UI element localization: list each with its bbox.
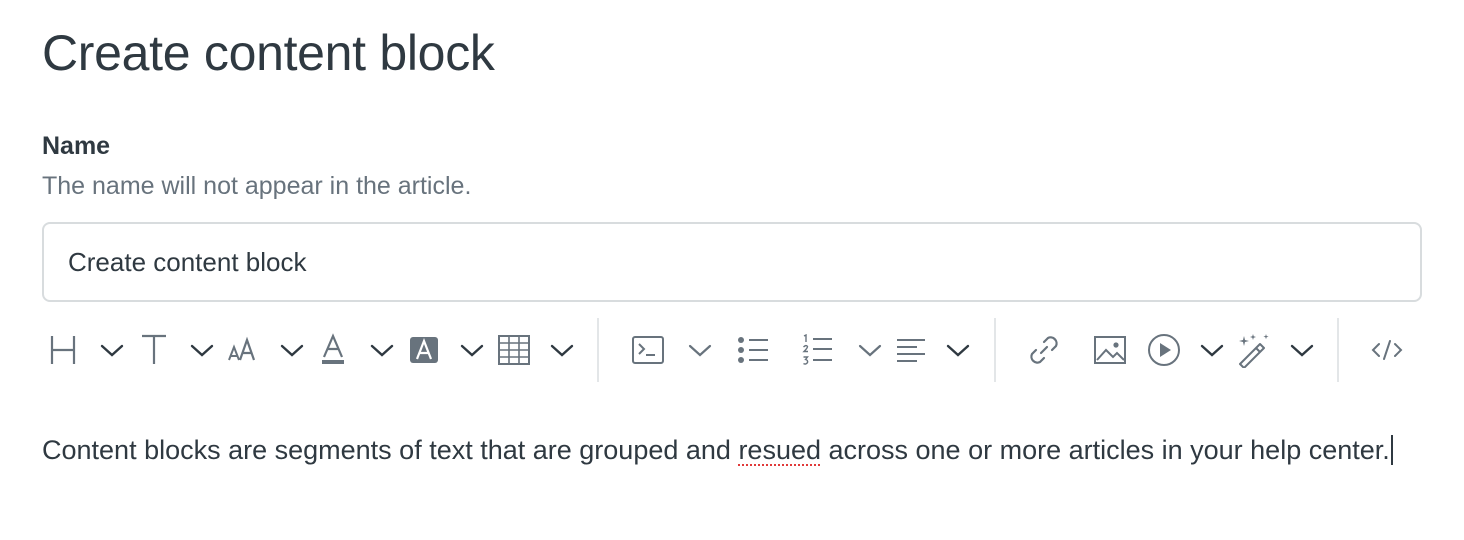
background-color-icon bbox=[410, 337, 438, 363]
toolbar-divider bbox=[597, 318, 599, 382]
chevron-down-icon bbox=[100, 344, 124, 357]
editor-text: across one or more articles in your help… bbox=[821, 435, 1390, 465]
font-size-dropdown[interactable] bbox=[278, 326, 306, 374]
text-style-button[interactable] bbox=[138, 326, 170, 374]
text-color-button[interactable] bbox=[318, 326, 348, 374]
align-dropdown[interactable] bbox=[944, 326, 972, 374]
chevron-down-icon bbox=[280, 344, 304, 357]
link-icon bbox=[1030, 336, 1058, 364]
chevron-down-icon bbox=[688, 344, 712, 357]
text-caret bbox=[1390, 435, 1393, 465]
video-icon bbox=[1148, 334, 1180, 366]
align-button[interactable] bbox=[894, 326, 928, 374]
code-block-dropdown[interactable] bbox=[686, 326, 714, 374]
font-size-icon bbox=[228, 336, 256, 361]
editor-content[interactable]: Content blocks are segments of text that… bbox=[42, 430, 1422, 470]
source-code-button[interactable] bbox=[1370, 326, 1404, 374]
code-block-icon bbox=[632, 336, 664, 364]
background-color-button[interactable] bbox=[408, 326, 440, 374]
name-input[interactable] bbox=[42, 222, 1422, 302]
chevron-down-icon bbox=[858, 344, 882, 357]
heading-icon bbox=[50, 336, 76, 364]
numbered-list-icon bbox=[802, 334, 832, 365]
background-color-dropdown[interactable] bbox=[458, 326, 486, 374]
editor-toolbar bbox=[0, 314, 1464, 386]
bulleted-list-icon bbox=[738, 337, 768, 363]
toolbar-divider bbox=[1337, 318, 1339, 382]
ai-assist-dropdown[interactable] bbox=[1288, 326, 1316, 374]
code-block-button[interactable] bbox=[630, 326, 666, 374]
text-style-icon bbox=[142, 334, 166, 364]
chevron-down-icon bbox=[550, 344, 574, 357]
font-size-button[interactable] bbox=[226, 326, 260, 374]
editor-text: Content blocks are segments of text that… bbox=[42, 435, 739, 465]
magic-wand-icon bbox=[1239, 334, 1269, 368]
heading-button[interactable] bbox=[46, 326, 80, 374]
toolbar-divider bbox=[994, 318, 996, 382]
video-dropdown[interactable] bbox=[1198, 326, 1226, 374]
align-icon bbox=[897, 339, 925, 362]
numbered-list-button[interactable] bbox=[800, 326, 834, 374]
text-color-dropdown[interactable] bbox=[368, 326, 396, 374]
link-button[interactable] bbox=[1026, 326, 1062, 374]
video-button[interactable] bbox=[1146, 326, 1182, 374]
source-code-icon bbox=[1371, 340, 1403, 360]
text-style-dropdown[interactable] bbox=[188, 326, 216, 374]
heading-dropdown[interactable] bbox=[98, 326, 126, 374]
misspelled-word[interactable]: resued bbox=[738, 435, 821, 465]
page-title: Create content block bbox=[42, 25, 495, 81]
table-dropdown[interactable] bbox=[548, 326, 576, 374]
name-field-label: Name bbox=[42, 132, 111, 160]
table-icon bbox=[498, 335, 530, 365]
chevron-down-icon bbox=[370, 344, 394, 357]
bulleted-list-button[interactable] bbox=[736, 326, 770, 374]
numbered-list-dropdown[interactable] bbox=[856, 326, 884, 374]
image-button[interactable] bbox=[1092, 326, 1128, 374]
text-color-icon bbox=[322, 333, 344, 364]
ai-assist-button[interactable] bbox=[1236, 326, 1272, 374]
chevron-down-icon bbox=[460, 344, 484, 357]
chevron-down-icon bbox=[1290, 344, 1314, 357]
chevron-down-icon bbox=[190, 344, 214, 357]
chevron-down-icon bbox=[1200, 344, 1224, 357]
image-icon bbox=[1094, 336, 1126, 364]
table-button[interactable] bbox=[496, 326, 532, 374]
chevron-down-icon bbox=[946, 344, 970, 357]
name-field-hint: The name will not appear in the article. bbox=[42, 172, 472, 200]
